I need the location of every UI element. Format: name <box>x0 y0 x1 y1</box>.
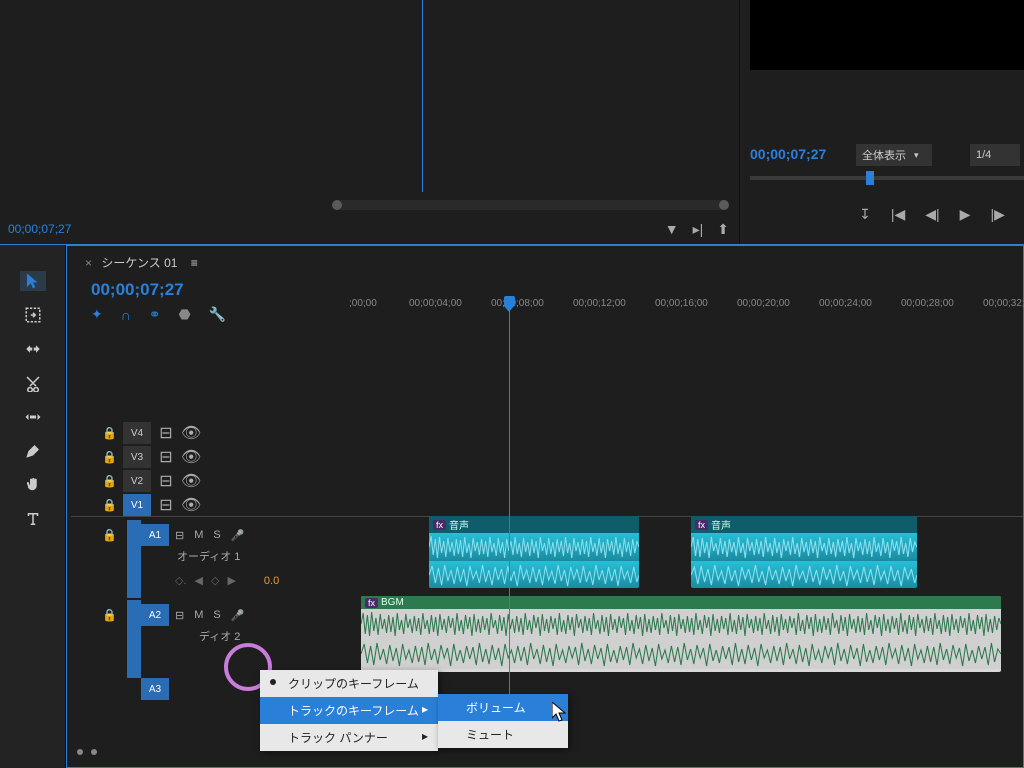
timeline-timecode[interactable]: 00;00;07;27 <box>91 280 184 300</box>
hand-tool[interactable] <box>20 475 46 495</box>
fx-badge: fx <box>365 598 378 608</box>
program-slider[interactable] <box>750 176 1024 180</box>
play-icon[interactable]: ▶ <box>960 206 971 223</box>
context-submenu[interactable]: ボリューム ミュート <box>438 694 568 748</box>
menu-clip-keyframes[interactable]: クリップのキーフレーム <box>260 670 438 697</box>
track-a1[interactable]: 🔒 A1 ⊟MS🎤 <box>71 524 349 546</box>
time-ruler[interactable]: ;00;00 00;00;04;00 00;00;08;00 00;00;12;… <box>349 298 1023 322</box>
snap-icon[interactable]: ✦ <box>91 306 103 323</box>
ripple-edit-tool[interactable] <box>20 339 46 359</box>
sync-icon[interactable]: ⊟ <box>175 609 184 622</box>
step-back-icon[interactable]: ◀| <box>925 206 939 223</box>
eye-icon[interactable]: 👁 <box>181 423 199 443</box>
solo-button[interactable]: S <box>213 529 220 541</box>
sync-icon[interactable]: ⊟ <box>157 471 175 491</box>
timeline-panel: × シーケンス 01 ≡ 00;00;07;27 ✦ ∩ ⚭ ⬣ 🔧 ;00;0… <box>66 245 1024 768</box>
track-select-tool[interactable] <box>20 305 46 325</box>
insert-icon[interactable]: ▸| <box>693 221 704 238</box>
context-menu[interactable]: クリップのキーフレーム トラックのキーフレーム▸ トラック パンナー▸ <box>260 670 438 751</box>
lock-icon[interactable]: 🔒 <box>71 426 117 440</box>
slip-tool[interactable] <box>20 407 46 427</box>
lock-icon[interactable]: 🔒 <box>71 450 117 464</box>
track-a1-name: オーディオ 1 <box>177 548 240 564</box>
pen-tool[interactable] <box>20 441 46 461</box>
mute-button[interactable]: M <box>194 609 203 621</box>
track-a2[interactable]: 🔒 A2 ⊟MS🎤 <box>71 604 349 626</box>
eye-icon[interactable]: 👁 <box>181 495 199 515</box>
source-timecode[interactable]: 00;00;07;27 <box>8 222 71 236</box>
source-scrollbar[interactable] <box>332 200 729 210</box>
filter-icon[interactable]: ▼ <box>665 221 679 238</box>
menu-track-panner[interactable]: トラック パンナー▸ <box>260 724 438 751</box>
eye-icon[interactable]: 👁 <box>181 447 199 467</box>
settings-wrench-icon[interactable]: 🔧 <box>209 306 226 323</box>
zoom-scrollbar[interactable] <box>77 747 137 757</box>
sequence-tab[interactable]: × シーケンス 01 ≡ <box>85 254 198 271</box>
bgm-clip[interactable]: fxBGM <box>361 596 1001 672</box>
audio-clip-2[interactable]: fx音声 <box>691 516 917 588</box>
selection-tool[interactable] <box>20 271 46 291</box>
sync-icon[interactable]: ⊟ <box>157 495 175 515</box>
export-icon[interactable]: ⬆ <box>717 221 729 238</box>
lock-icon[interactable]: 🔒 <box>71 608 117 622</box>
type-tool[interactable] <box>20 509 46 529</box>
program-slider-handle[interactable] <box>866 171 874 185</box>
go-to-in-icon[interactable]: |◀ <box>891 206 905 223</box>
program-timecode[interactable]: 00;00;07;27 <box>750 146 826 162</box>
marker-icon[interactable]: ⬣ <box>179 306 191 323</box>
tool-palette <box>0 245 66 768</box>
voiceover-icon[interactable]: 🎤 <box>231 609 245 622</box>
resolution-dropdown[interactable]: 1/4 <box>970 144 1020 166</box>
close-tab-icon[interactable]: × <box>85 256 92 270</box>
solo-button[interactable]: S <box>213 609 220 621</box>
mark-in-icon[interactable]: ↧ <box>859 206 871 223</box>
magnet-icon[interactable]: ∩ <box>121 307 131 323</box>
program-monitor-view[interactable] <box>750 0 1024 70</box>
fx-badge: fx <box>433 520 446 530</box>
next-keyframe-icon[interactable]: ▶ <box>227 574 235 587</box>
mute-button[interactable]: M <box>194 529 203 541</box>
lock-icon[interactable]: 🔒 <box>71 474 117 488</box>
program-monitor: 00;00;07;27 全体表示▾ 1/4 ↧ |◀ ◀| ▶ |▶ <box>740 0 1024 244</box>
sync-icon[interactable]: ⊟ <box>157 447 175 467</box>
sync-icon[interactable]: ⊟ <box>157 423 175 443</box>
eye-icon[interactable]: 👁 <box>181 471 199 491</box>
step-fwd-icon[interactable]: |▶ <box>990 206 1004 223</box>
track-v4[interactable]: 🔒 V4 ⊟ 👁 <box>71 422 349 444</box>
lock-icon[interactable]: 🔒 <box>71 528 117 542</box>
track-a2-name: ディオ 2 <box>199 628 240 644</box>
razor-tool[interactable] <box>20 373 46 393</box>
source-monitor: 00;00;07;27 ▼ ▸| ⬆ <box>0 0 740 244</box>
fit-dropdown[interactable]: 全体表示▾ <box>856 144 932 166</box>
sync-icon[interactable]: ⊟ <box>175 529 184 542</box>
track-v2[interactable]: 🔒 V2 ⊟ 👁 <box>71 470 349 492</box>
track-v3[interactable]: 🔒 V3 ⊟ 👁 <box>71 446 349 468</box>
source-playhead[interactable] <box>422 0 423 192</box>
tab-menu-icon[interactable]: ≡ <box>191 256 198 270</box>
submenu-volume[interactable]: ボリューム <box>438 694 568 721</box>
audio-clip-1[interactable]: fx音声 <box>429 516 639 588</box>
linked-selection-icon[interactable]: ⚭ <box>149 306 161 323</box>
fx-badge: fx <box>695 520 708 530</box>
lock-icon[interactable]: 🔒 <box>71 498 117 512</box>
menu-track-keyframes[interactable]: トラックのキーフレーム▸ <box>260 697 438 724</box>
submenu-mute[interactable]: ミュート <box>438 721 568 748</box>
add-keyframe-icon[interactable]: ◇ <box>211 574 219 587</box>
keyframe-toggle-icon[interactable]: ◇. <box>175 574 187 587</box>
voiceover-icon[interactable]: 🎤 <box>231 529 245 542</box>
timeline-playhead[interactable] <box>509 296 510 739</box>
prev-keyframe-icon[interactable]: ◀ <box>195 574 203 587</box>
track-v1[interactable]: 🔒 V1 ⊟ 👁 <box>71 494 349 516</box>
